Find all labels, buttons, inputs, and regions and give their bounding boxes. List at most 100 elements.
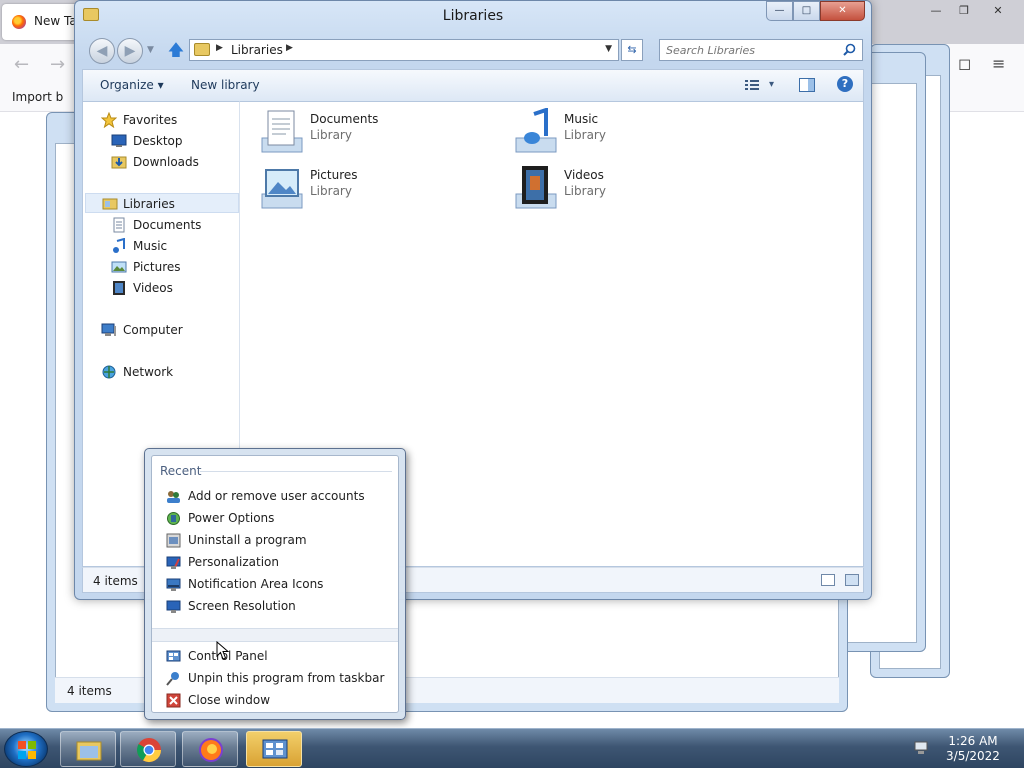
nav-item-computer[interactable]: Computer — [101, 320, 231, 340]
search-icon[interactable] — [843, 43, 856, 56]
recent-pages-dropdown[interactable]: ▼ — [147, 45, 154, 55]
view-options-dropdown-icon[interactable]: ▾ — [769, 79, 774, 90]
forward-button[interactable]: ▶ — [117, 38, 143, 64]
nav-item-desktop[interactable]: Desktop — [111, 131, 231, 151]
firefox-close-button[interactable]: ✕ — [986, 4, 1010, 18]
jump-list-section-title: Recent — [160, 464, 202, 478]
nav-item-favorites[interactable]: Favorites — [101, 110, 231, 130]
downloads-folder-icon — [111, 156, 127, 169]
nav-item-libraries[interactable]: Libraries — [85, 193, 239, 213]
jump-item-unpin[interactable]: Unpin this program from taskbar — [156, 668, 394, 689]
library-name: Pictures — [310, 168, 358, 182]
firefox-minimize-button[interactable]: — — [924, 4, 948, 18]
star-icon — [101, 112, 117, 128]
jump-item-user-accounts[interactable]: Add or remove user accounts — [156, 486, 394, 507]
library-item-music[interactable]: Music Library — [512, 108, 732, 160]
details-view-icon[interactable] — [821, 574, 835, 586]
firefox-icon — [199, 738, 223, 762]
background-status-text: 4 items — [67, 684, 112, 698]
large-icons-view-icon[interactable] — [845, 574, 859, 586]
library-item-videos[interactable]: Videos Library — [512, 164, 732, 216]
jump-item-uninstall-program[interactable]: Uninstall a program — [156, 530, 394, 551]
jump-item-power-options[interactable]: Power Options — [156, 508, 394, 529]
network-tray-icon[interactable] — [914, 741, 930, 755]
control-panel-icon — [262, 739, 288, 759]
pictures-library-icon — [261, 169, 303, 209]
back-button[interactable]: ◀ — [89, 38, 115, 64]
item-count: 4 items — [93, 574, 138, 588]
start-button[interactable] — [4, 731, 48, 767]
firefox-restore-button[interactable]: ❐ — [952, 4, 976, 18]
close-window-icon — [166, 693, 181, 708]
taskbar-jump-list: Recent Add or remove user accounts Power… — [144, 448, 406, 720]
taskbar-control-panel[interactable] — [246, 731, 302, 767]
taskbar-firefox[interactable] — [182, 731, 238, 767]
nav-item-pictures[interactable]: Pictures — [111, 257, 231, 277]
library-item-documents[interactable]: Documents Library — [258, 108, 478, 160]
chrome-icon — [136, 738, 161, 763]
libraries-icon — [194, 43, 210, 56]
libraries-icon — [102, 198, 118, 210]
library-item-pictures[interactable]: Pictures Library — [258, 164, 478, 216]
library-type: Library — [310, 184, 352, 198]
taskbar: 1:26 AM 3/5/2022 — [0, 728, 1024, 768]
breadcrumb-libraries[interactable]: Libraries — [231, 43, 283, 57]
power-options-icon — [167, 512, 180, 525]
taskbar-chrome[interactable] — [120, 731, 176, 767]
preview-pane-icon[interactable] — [799, 78, 815, 92]
nav-item-videos[interactable]: Videos — [111, 278, 231, 298]
command-bar: Organize ▾ New library ▾ ? — [82, 69, 864, 101]
breadcrumb-separator-icon[interactable]: ▶ — [286, 43, 293, 53]
notification-area-icon — [166, 578, 181, 591]
file-explorer-icon — [76, 741, 102, 761]
pictures-icon — [111, 261, 127, 273]
search-box[interactable] — [659, 39, 863, 61]
library-name: Documents — [310, 112, 379, 126]
pocket-icon[interactable]: ◻ — [958, 54, 971, 73]
jump-item-close-window[interactable]: Close window — [156, 690, 394, 711]
nav-item-music[interactable]: Music — [111, 236, 231, 256]
breadcrumb-separator-icon[interactable]: ▶ — [216, 43, 223, 53]
videos-library-icon — [515, 166, 557, 209]
new-library-button[interactable]: New library — [191, 78, 260, 92]
taskbar-file-explorer[interactable] — [60, 731, 116, 767]
back-arrow-icon[interactable]: ← — [14, 54, 29, 75]
address-bar[interactable]: ▶ Libraries ▶ ▼ — [189, 39, 619, 61]
minimize-button[interactable]: — — [766, 1, 793, 21]
library-type: Library — [310, 128, 352, 142]
system-clock[interactable]: 1:26 AM 3/5/2022 — [940, 734, 1006, 764]
jump-item-control-panel[interactable]: Control Panel — [156, 646, 394, 667]
refresh-button[interactable]: ⇆ — [621, 39, 643, 61]
jump-item-personalization[interactable]: Personalization — [156, 552, 394, 573]
change-view-icon[interactable] — [745, 79, 759, 91]
control-panel-icon — [166, 650, 181, 662]
computer-icon — [101, 323, 116, 336]
hamburger-menu-icon[interactable]: ≡ — [992, 54, 1005, 73]
chevron-down-icon: ▾ — [157, 78, 164, 92]
address-dropdown-icon[interactable]: ▼ — [605, 44, 612, 54]
jump-item-screen-resolution[interactable]: Screen Resolution — [156, 596, 394, 617]
nav-item-documents[interactable]: Documents — [111, 215, 231, 235]
desktop-icon — [111, 134, 127, 147]
import-bookmarks-link[interactable]: Import b — [12, 90, 63, 104]
windows-logo-icon — [18, 741, 36, 759]
nav-item-downloads[interactable]: Downloads — [111, 152, 231, 172]
documents-library-icon — [261, 110, 303, 153]
close-button[interactable]: ✕ — [820, 1, 865, 21]
library-name: Music — [564, 112, 599, 126]
nav-item-network[interactable]: Network — [101, 362, 231, 382]
clock-date: 3/5/2022 — [946, 749, 1000, 763]
maximize-button[interactable]: □ — [793, 1, 820, 21]
help-icon[interactable]: ? — [837, 76, 853, 92]
network-icon — [102, 365, 116, 379]
unpin-icon — [166, 672, 179, 686]
jump-item-notification-area-icons[interactable]: Notification Area Icons — [156, 574, 394, 595]
search-input[interactable] — [666, 42, 836, 58]
up-arrow-icon[interactable]: 🡅 — [167, 41, 185, 59]
personalization-icon — [166, 556, 181, 569]
organize-button[interactable]: Organize ▾ — [100, 78, 164, 92]
music-library-icon — [515, 108, 557, 153]
display-icon — [166, 600, 181, 613]
videos-icon — [113, 281, 125, 295]
forward-arrow-icon[interactable]: → — [50, 54, 65, 75]
